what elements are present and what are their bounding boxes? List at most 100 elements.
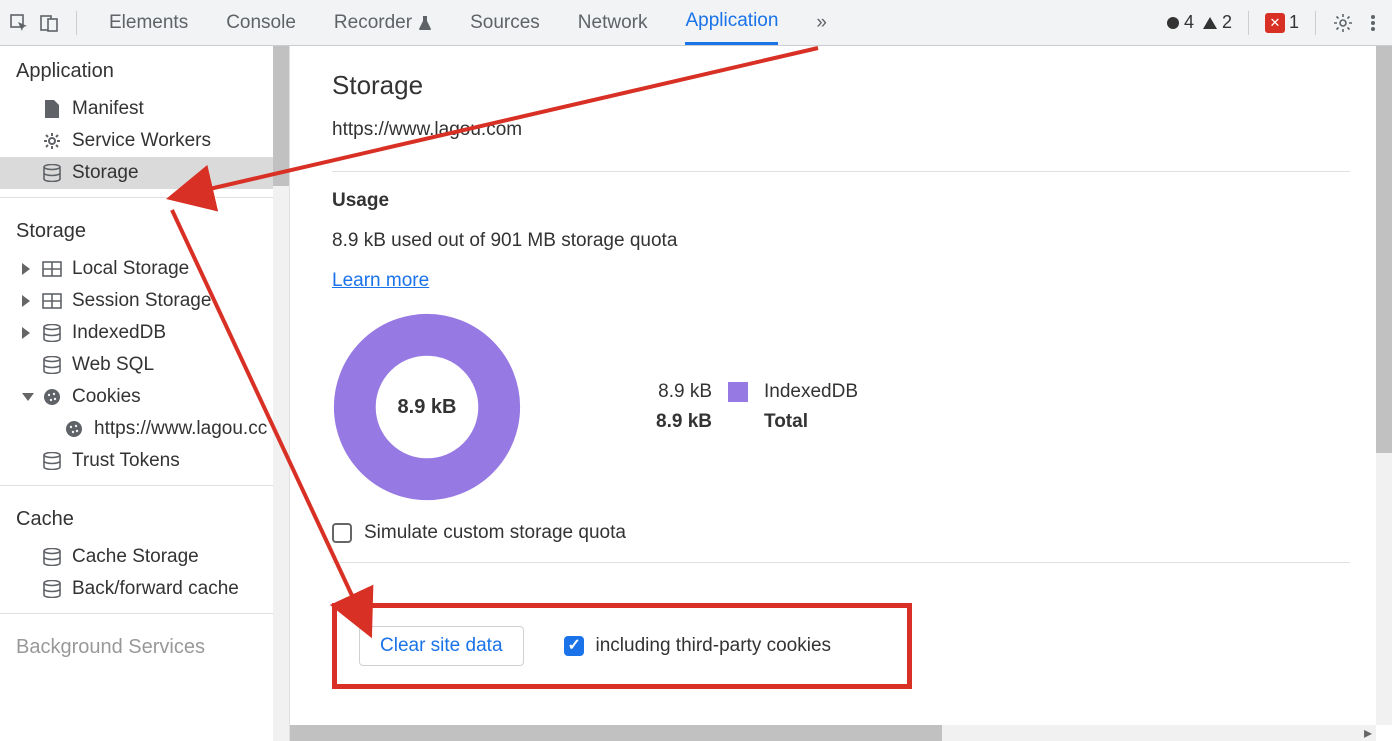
sidebar-item-local-storage[interactable]: Local Storage: [0, 253, 273, 285]
divider: [0, 197, 273, 198]
sidebar-scrollbar-thumb[interactable]: [273, 46, 289, 186]
legend-row-indexeddb: 8.9 kB IndexedDB: [642, 381, 858, 403]
third-party-row: including third-party cookies: [564, 635, 832, 657]
section-background-services: Background Services: [0, 622, 273, 669]
chevron-right-icon[interactable]: [22, 295, 30, 307]
sidebar-item-trust-tokens[interactable]: Trust Tokens: [0, 445, 273, 477]
divider: [332, 562, 1350, 563]
tab-recorder[interactable]: Recorder: [334, 2, 432, 44]
content-hscroll-thumb[interactable]: [290, 725, 942, 741]
legend-label: Total: [764, 411, 808, 433]
divider: [332, 171, 1350, 172]
sidebar-item-label: Trust Tokens: [72, 450, 180, 472]
chevron-down-icon[interactable]: [22, 393, 34, 401]
tab-console[interactable]: Console: [226, 2, 296, 44]
settings-icon[interactable]: [1332, 12, 1354, 34]
sidebar-item-bf-cache[interactable]: Back/forward cache: [0, 573, 273, 605]
sidebar-item-label: Storage: [72, 162, 139, 184]
sidebar-item-storage[interactable]: Storage: [0, 157, 273, 189]
section-storage: Storage: [0, 206, 273, 253]
sidebar-item-label: https://www.lagou.cc: [94, 418, 267, 440]
flask-icon: [418, 15, 432, 31]
content-pane: Storage https://www.lagou.com Usage 8.9 …: [290, 46, 1392, 741]
sidebar-item-label: Back/forward cache: [72, 578, 239, 600]
sidebar-item-session-storage[interactable]: Session Storage: [0, 285, 273, 317]
legend-size: 8.9 kB: [642, 411, 712, 433]
sidebar-item-label: Manifest: [72, 98, 144, 120]
database-icon: [42, 163, 62, 183]
tab-sources[interactable]: Sources: [470, 2, 540, 44]
legend-swatch-icon: [728, 382, 748, 402]
section-application: Application: [0, 46, 273, 93]
learn-more-link[interactable]: Learn more: [332, 270, 429, 291]
tab-network[interactable]: Network: [578, 2, 648, 44]
file-icon: [42, 99, 62, 119]
log-count[interactable]: 4: [1166, 12, 1194, 33]
clear-site-data-box: Clear site data including third-party co…: [332, 603, 912, 689]
sidebar-item-cookies[interactable]: Cookies: [0, 381, 273, 413]
content-vscrollbar[interactable]: [1376, 46, 1392, 725]
sidebar-item-label: Cookies: [72, 386, 141, 408]
sidebar-item-manifest[interactable]: Manifest: [0, 93, 273, 125]
toolbar-left: [8, 11, 85, 35]
database-icon: [42, 579, 62, 599]
database-icon: [42, 451, 62, 471]
usage-text: 8.9 kB used out of 901 MB storage quota: [332, 230, 1350, 252]
inspect-icon[interactable]: [8, 12, 30, 34]
sidebar-item-label: Local Storage: [72, 258, 189, 280]
divider: [1248, 11, 1249, 35]
cookie-icon: [42, 387, 62, 407]
toolbar-right: 4 2 ✕1: [1166, 11, 1384, 35]
divider: [1315, 11, 1316, 35]
scroll-right-icon[interactable]: ▸: [1360, 725, 1376, 741]
tabs-overflow-icon[interactable]: »: [816, 2, 827, 44]
legend-label: IndexedDB: [764, 381, 858, 403]
error-badge-icon: ✕: [1265, 13, 1285, 33]
page-title: Storage: [332, 70, 1350, 101]
log-count-value: 4: [1184, 12, 1194, 33]
sidebar-item-service-workers[interactable]: Service Workers: [0, 125, 273, 157]
sidebar: Application Manifest Service Workers Sto…: [0, 46, 290, 741]
gear-icon: [42, 131, 62, 151]
sidebar-item-cookie-origin[interactable]: https://www.lagou.cc: [0, 413, 273, 445]
more-icon[interactable]: [1362, 12, 1384, 34]
tab-application[interactable]: Application: [685, 0, 778, 45]
simulate-quota-row: Simulate custom storage quota: [332, 522, 1350, 544]
database-icon: [42, 547, 62, 567]
divider: [76, 11, 77, 35]
warning-count[interactable]: 2: [1202, 12, 1232, 33]
simulate-quota-label: Simulate custom storage quota: [364, 522, 626, 544]
error-count-value: 1: [1289, 12, 1299, 33]
divider: [0, 613, 273, 614]
sidebar-item-label: Cache Storage: [72, 546, 199, 568]
sidebar-scrollbar[interactable]: [273, 46, 289, 741]
usage-heading: Usage: [332, 190, 1350, 212]
sidebar-item-web-sql[interactable]: Web SQL: [0, 349, 273, 381]
donut-center-label: 8.9 kB: [332, 312, 522, 502]
database-icon: [42, 355, 62, 375]
donut-chart: 8.9 kB: [332, 312, 522, 502]
chevron-right-icon[interactable]: [22, 327, 30, 339]
warning-count-value: 2: [1222, 12, 1232, 33]
simulate-quota-checkbox[interactable]: [332, 523, 352, 543]
chevron-right-icon[interactable]: [22, 263, 30, 275]
divider: [0, 485, 273, 486]
sidebar-item-cache-storage[interactable]: Cache Storage: [0, 541, 273, 573]
toolbar-tabs: Elements Console Recorder Sources Networ…: [109, 0, 827, 45]
error-count[interactable]: ✕1: [1265, 12, 1299, 33]
storage-chart: 8.9 kB 8.9 kB IndexedDB 8.9 kB Total: [332, 312, 1350, 502]
third-party-checkbox[interactable]: [564, 636, 584, 656]
cookie-icon: [64, 419, 84, 439]
sidebar-item-indexeddb[interactable]: IndexedDB: [0, 317, 273, 349]
tab-elements[interactable]: Elements: [109, 2, 188, 44]
devtools-toolbar: Elements Console Recorder Sources Networ…: [0, 0, 1392, 46]
content-hscrollbar[interactable]: ▸: [290, 725, 1376, 741]
clear-site-data-button[interactable]: Clear site data: [359, 626, 524, 666]
section-cache: Cache: [0, 494, 273, 541]
content-vscroll-thumb[interactable]: [1376, 46, 1392, 453]
device-toggle-icon[interactable]: [38, 12, 60, 34]
sidebar-item-label: IndexedDB: [72, 322, 166, 344]
sidebar-item-label: Session Storage: [72, 290, 211, 312]
chart-legend: 8.9 kB IndexedDB 8.9 kB Total: [642, 373, 858, 441]
legend-size: 8.9 kB: [642, 381, 712, 403]
